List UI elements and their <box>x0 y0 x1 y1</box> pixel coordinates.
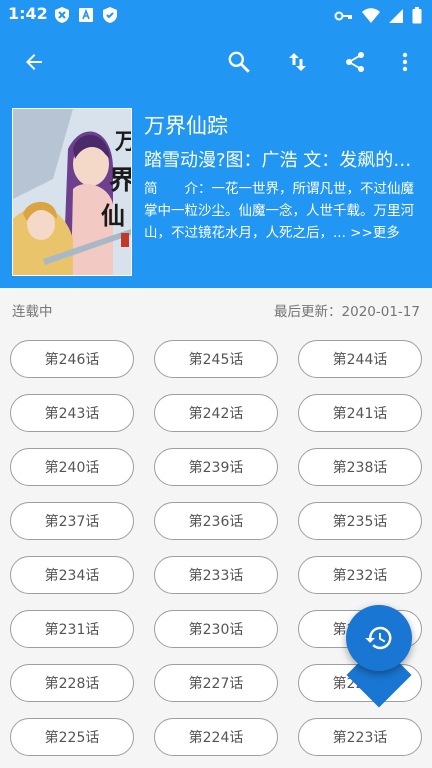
chapter-button[interactable]: 第242话 <box>154 394 278 432</box>
serial-status: 连载中 <box>12 304 53 320</box>
svg-text:万: 万 <box>114 129 132 155</box>
share-icon <box>346 52 364 72</box>
share-button[interactable] <box>335 42 375 82</box>
toolbar <box>0 30 432 94</box>
key-icon <box>334 11 352 20</box>
search-button[interactable] <box>219 42 259 82</box>
comic-author: 踏雪动漫?图：广浩 文：发飙的蜗牛 <box>144 150 424 171</box>
comic-header: 万 界 仙 万界仙踪 踏雪动漫?图：广浩 文：发飙的蜗牛 简 介：一花一世界，所… <box>0 94 432 288</box>
chapter-button[interactable]: 第236话 <box>154 502 278 540</box>
a-notif-icon <box>79 8 93 22</box>
chapter-button[interactable]: 第227话 <box>154 664 278 702</box>
chapter-button[interactable]: 第245话 <box>154 340 278 378</box>
sort-icon <box>289 53 306 71</box>
status-time: 1:42 <box>8 4 48 23</box>
chapter-button[interactable]: 第243话 <box>10 394 134 432</box>
chapter-button[interactable]: 第231话 <box>10 610 134 648</box>
chapter-button[interactable]: 第239话 <box>154 448 278 486</box>
signal-icon <box>389 8 403 23</box>
chapter-button[interactable]: 第240话 <box>10 448 134 486</box>
chapter-button[interactable]: 第237话 <box>10 502 134 540</box>
comic-cover-image[interactable]: 万 界 仙 <box>12 108 132 276</box>
chapter-button[interactable]: 第234话 <box>10 556 134 594</box>
chapter-button[interactable]: 第230话 <box>154 610 278 648</box>
close-notif-icon <box>55 7 69 23</box>
chapter-button[interactable]: 第228话 <box>10 664 134 702</box>
last-update: 最后更新：2020-01-17 <box>274 304 420 320</box>
status-bar: 1:42 <box>0 0 432 30</box>
chapter-button[interactable]: 第238话 <box>298 448 422 486</box>
chapter-button[interactable]: 第224话 <box>154 718 278 756</box>
chapter-button[interactable]: 第246话 <box>10 340 134 378</box>
chapter-button[interactable]: 第223话 <box>298 718 422 756</box>
chapter-button[interactable]: 第235话 <box>298 502 422 540</box>
search-icon <box>228 51 250 73</box>
history-icon <box>365 626 392 650</box>
more-vert-icon <box>402 52 408 72</box>
sort-button[interactable] <box>277 42 317 82</box>
shield-notif-icon <box>103 7 117 23</box>
battery-icon <box>412 7 422 24</box>
svg-text:仙: 仙 <box>101 201 125 230</box>
svg-text:界: 界 <box>109 166 132 196</box>
chapter-button[interactable]: 第232话 <box>298 556 422 594</box>
back-button[interactable] <box>14 42 54 82</box>
wifi-icon <box>362 7 380 23</box>
back-arrow-icon <box>26 54 42 70</box>
chapter-grid: 第246话 第245话 第244话第243话 第242话 第241话第240话 第239话… <box>10 340 422 756</box>
more-options-button[interactable] <box>385 42 425 82</box>
history-fab-button[interactable] <box>346 605 412 671</box>
chapter-button[interactable]: 第233话 <box>154 556 278 594</box>
comic-description[interactable]: 简 介：一花一世界，所谓凡世，不过仙魔掌中一粒沙尘。仙魔一念，人世千载。万里河山… <box>144 178 422 266</box>
cover-art: 万 界 仙 <box>13 109 132 275</box>
chapter-button[interactable]: 第225话 <box>10 718 134 756</box>
chapter-button[interactable]: 第244话 <box>298 340 422 378</box>
comic-title: 万界仙踪 <box>144 114 228 138</box>
chapter-button[interactable]: 第241话 <box>298 394 422 432</box>
